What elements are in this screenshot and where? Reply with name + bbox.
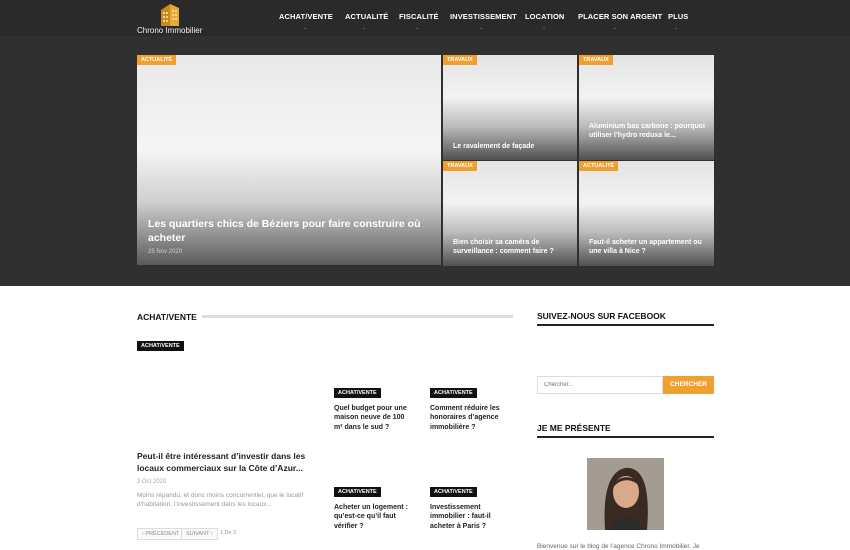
article-title[interactable]: Acheter un logement : qu’est-ce qu’il fa… bbox=[334, 503, 412, 531]
category-tag[interactable]: ACHAT/VENTE bbox=[334, 487, 381, 497]
about-widget-heading: JE ME PRÉSENTE bbox=[537, 423, 611, 433]
building-logo-icon bbox=[161, 4, 179, 26]
hero-tile-title[interactable]: Faut-il acheter un appartement ou une vi… bbox=[589, 238, 711, 257]
heading-underline bbox=[537, 436, 714, 438]
hero-tile-3[interactable]: TRAVAUX Bien choisir sa caméra de survei… bbox=[443, 161, 577, 266]
hero-tile-title[interactable]: Bien choisir sa caméra de surveillance :… bbox=[453, 238, 573, 257]
hero-tile-1[interactable]: TRAVAUX Le ravalement de façade bbox=[443, 55, 577, 160]
category-tag[interactable]: TRAVAUX bbox=[579, 55, 613, 65]
hero-tile-2[interactable]: TRAVAUX Aluminium bas carbone : pourquoi… bbox=[579, 55, 714, 160]
hero-tile-title[interactable]: Le ravalement de façade bbox=[453, 142, 573, 151]
hero-tile-4[interactable]: ACTUALITÉ Faut-il acheter un appartement… bbox=[579, 161, 714, 266]
category-tag[interactable]: ACTUALITÉ bbox=[137, 55, 177, 65]
nav-investissement[interactable]: INVESTISSEMENT bbox=[450, 12, 517, 21]
chevron-down-icon: ⌄ bbox=[362, 25, 367, 31]
heading-underline bbox=[537, 324, 714, 326]
main-article-excerpt: Moins répandu, et donc moins concurrenti… bbox=[137, 492, 304, 509]
category-tag[interactable]: TRAVAUX bbox=[443, 55, 477, 65]
featured-article-title[interactable]: Les quartiers chics de Béziers pour fair… bbox=[148, 217, 438, 245]
chevron-down-icon: ⌄ bbox=[415, 25, 420, 31]
logo-text: Chrono Immobilier bbox=[137, 26, 203, 35]
category-tag[interactable]: TRAVAUX bbox=[443, 161, 477, 171]
chevron-down-icon: ⌄ bbox=[674, 25, 679, 31]
category-tag[interactable]: ACHAT/VENTE bbox=[137, 341, 184, 351]
featured-article-date: 25 Nov 2020 bbox=[148, 249, 183, 255]
main-article-title[interactable]: Peut-il être intéressant d’investir dans… bbox=[137, 451, 317, 475]
nav-plus[interactable]: PLUS bbox=[668, 12, 688, 21]
section-divider bbox=[202, 315, 513, 318]
chevron-down-icon: ⌄ bbox=[613, 25, 618, 31]
previous-page-button[interactable]: ‹ PRÉCÉDENT bbox=[137, 528, 185, 540]
portrait-illustration bbox=[587, 458, 664, 530]
category-tag[interactable]: ACTUALITÉ bbox=[579, 161, 619, 171]
main-article-date: 2 Oct 2020 bbox=[137, 479, 167, 485]
page-indicator: 1 De 2 bbox=[220, 530, 237, 536]
nav-achat-vente[interactable]: ACHAT/VENTE bbox=[279, 12, 333, 21]
article-title[interactable]: Quel budget pour une maison neuve de 100… bbox=[334, 404, 414, 432]
site-logo[interactable]: Chrono Immobilier bbox=[136, 0, 206, 36]
category-tag[interactable]: ACHAT/VENTE bbox=[430, 487, 477, 497]
category-tag[interactable]: ACHAT/VENTE bbox=[334, 388, 381, 398]
section-heading: ACHAT/VENTE bbox=[137, 312, 197, 322]
article-title[interactable]: Investissement immobilier : faut-il ache… bbox=[430, 503, 508, 531]
top-navigation-bar: Chrono Immobilier ACHAT/VENTE ⌄ ACTUALIT… bbox=[0, 0, 850, 36]
about-intro-text: Bienvenue sur le blog de l’agence Chrono… bbox=[537, 543, 700, 550]
category-tag[interactable]: ACHAT/VENTE bbox=[430, 388, 477, 398]
nav-fiscalite[interactable]: FISCALITÉ bbox=[399, 12, 439, 21]
next-page-button[interactable]: SUIVANT › bbox=[181, 528, 218, 540]
featured-article-tile[interactable]: ACTUALITÉ Les quartiers chics de Béziers… bbox=[137, 55, 441, 265]
hero-tile-title[interactable]: Aluminium bas carbone : pourquoi utilise… bbox=[589, 122, 709, 141]
hero-featured-grid: ACTUALITÉ Les quartiers chics de Béziers… bbox=[0, 36, 850, 286]
chevron-down-icon: ⌄ bbox=[303, 25, 308, 31]
nav-location[interactable]: LOCATION bbox=[525, 12, 564, 21]
search-button[interactable]: CHERCHER bbox=[663, 376, 714, 394]
facebook-widget-heading: SUIVEZ-NOUS SUR FACEBOOK bbox=[537, 311, 666, 321]
author-photo bbox=[587, 458, 664, 530]
search-input[interactable] bbox=[537, 376, 663, 394]
nav-actualite[interactable]: ACTUALITÉ bbox=[345, 12, 388, 21]
chevron-down-icon: ⌄ bbox=[542, 25, 547, 31]
nav-placer-son-argent[interactable]: PLACER SON ARGENT bbox=[578, 12, 662, 21]
chevron-down-icon: ⌄ bbox=[479, 25, 484, 31]
article-title[interactable]: Comment réduire les honoraires d’agence … bbox=[430, 404, 510, 432]
